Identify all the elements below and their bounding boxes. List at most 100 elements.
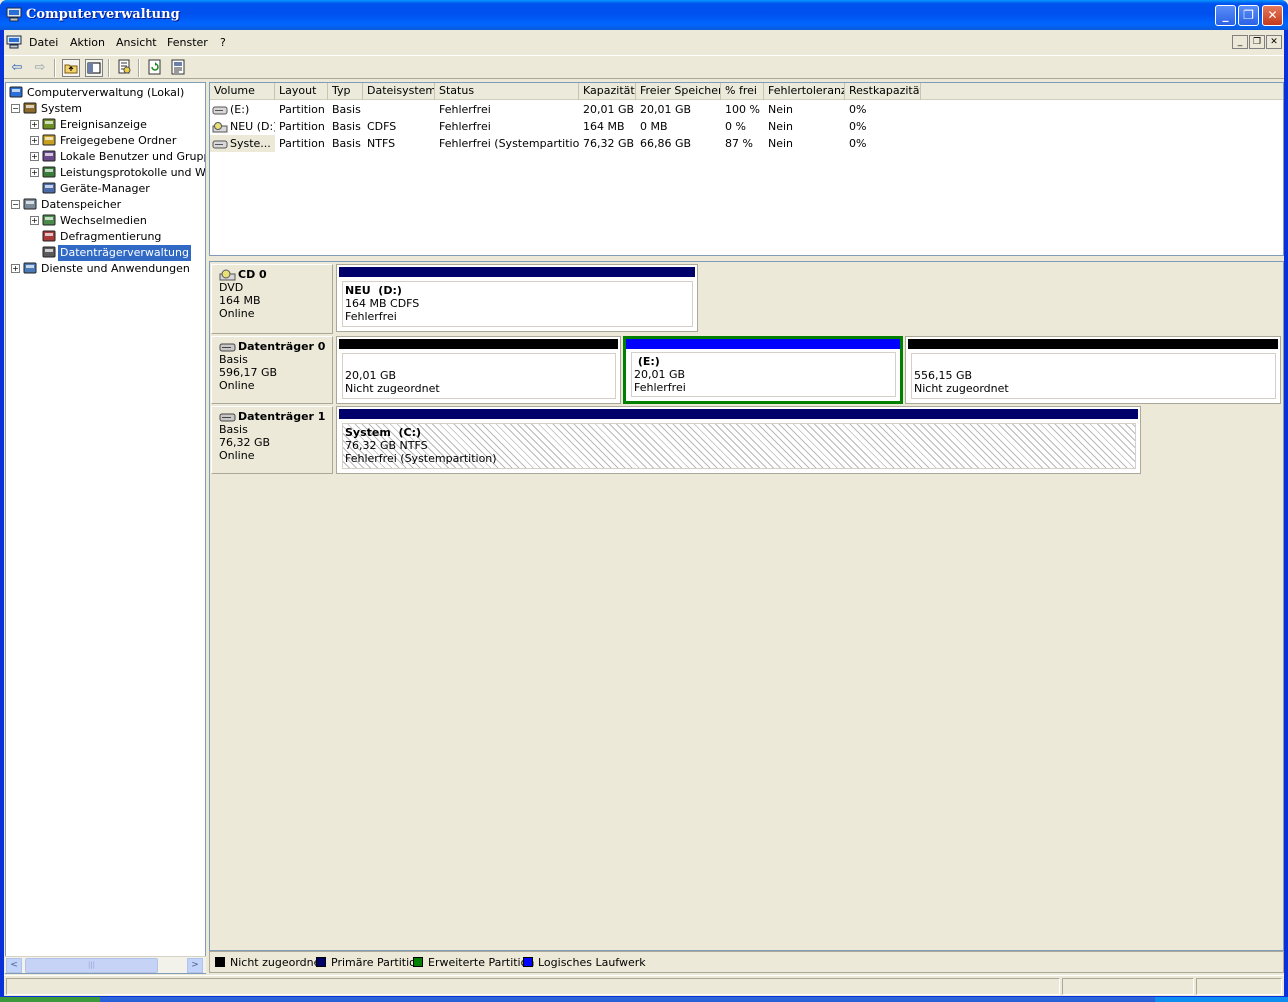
- tree-item-datenträgerverwaltung[interactable]: Datenträgerverwaltung: [6, 245, 205, 261]
- legend-label: Nicht zugeordnet: [230, 956, 325, 969]
- column-header-5[interactable]: Kapazität: [579, 83, 636, 100]
- volume-title-spacer: [345, 356, 615, 369]
- volume-block[interactable]: 20,01 GB Nicht zugeordnet: [336, 336, 621, 404]
- mdi-restore-button[interactable]: ❐: [1249, 35, 1265, 49]
- collapse-icon[interactable]: −: [11, 104, 20, 113]
- disk-row: CD 0 DVD 164 MB Online NEU (D:) 164 MB CDFS Fe…: [211, 264, 1281, 334]
- legend-label: Logisches Laufwerk: [538, 956, 646, 969]
- volume-block[interactable]: (E:) 20,01 GB Fehlerfrei: [623, 336, 903, 404]
- cell-fehlertoleranz: Nein: [768, 120, 794, 133]
- disk-state: Online: [219, 379, 255, 392]
- volume-list[interactable]: Volume Layout Typ Dateisystem Status Kapazitä…: [209, 82, 1284, 256]
- expand-icon[interactable]: +: [30, 152, 39, 161]
- expand-icon[interactable]: +: [30, 168, 39, 177]
- cell-kapazitaet: 76,32 GB: [583, 137, 635, 150]
- tree-item-defragmentierung[interactable]: Defragmentierung: [6, 229, 205, 245]
- tree-item-lokale-benutzer-und-gruppen[interactable]: + Lokale Benutzer und Gruppen: [6, 149, 205, 165]
- disk-management-icon: [41, 245, 57, 260]
- disk-state: Online: [219, 449, 255, 462]
- close-button[interactable]: ✕: [1262, 5, 1283, 26]
- app-window: Computerverwaltung _ ❐ ✕ Datei Aktion An…: [0, 0, 1288, 997]
- mdi-close-button[interactable]: ✕: [1266, 35, 1282, 49]
- tree-item-freigegebene-ordner[interactable]: + Freigegebene Ordner: [6, 133, 205, 149]
- volume-block[interactable]: 556,15 GB Nicht zugeordnet: [905, 336, 1281, 404]
- volume-details: NEU (D:) 164 MB CDFS Fehlerfrei: [342, 281, 693, 327]
- scroll-left-icon[interactable]: <: [6, 958, 22, 973]
- column-header-8[interactable]: Fehlertoleranz: [764, 83, 845, 100]
- menu-help[interactable]: ?: [220, 36, 226, 49]
- cell-fehlertoleranz: Nein: [768, 137, 794, 150]
- tree-item-wechselmedien[interactable]: + Wechselmedien: [6, 213, 205, 229]
- tree-item-label: System: [41, 102, 83, 115]
- volume-block[interactable]: NEU (D:) 164 MB CDFS Fehlerfrei: [336, 264, 698, 332]
- tree-item-geräte-manager[interactable]: Geräte-Manager: [6, 181, 205, 197]
- disk-info[interactable]: CD 0 DVD 164 MB Online: [211, 264, 333, 334]
- disk-name: CD 0: [219, 268, 332, 281]
- tree-item-datenspeicher[interactable]: − Datenspeicher: [6, 197, 205, 213]
- start-button[interactable]: [0, 997, 100, 1002]
- column-header-2[interactable]: Typ: [328, 83, 363, 100]
- disk-label: CD 0: [238, 268, 267, 281]
- column-header-9[interactable]: Restkapazität: [845, 83, 921, 100]
- expand-icon[interactable]: +: [30, 120, 39, 129]
- scrollbar-thumb[interactable]: |||: [25, 958, 158, 973]
- disk-name: Datenträger 1: [219, 410, 332, 423]
- table-row[interactable]: (E:) Partition Basis Fehlerfrei 20,01 GB 20,0…: [210, 101, 1283, 118]
- volume-name: NEU (D:): [230, 120, 275, 133]
- toolbar-separator: [54, 59, 56, 77]
- collapse-icon[interactable]: −: [11, 200, 20, 209]
- column-header-6[interactable]: Freier Speicher: [636, 83, 721, 100]
- back-icon[interactable]: ⇦: [8, 59, 26, 77]
- column-header-7[interactable]: % frei: [721, 83, 764, 100]
- table-row[interactable]: NEU (D:) Partition Basis CDFS Fehlerfrei 164 …: [210, 118, 1283, 135]
- scroll-right-icon[interactable]: >: [187, 958, 203, 973]
- refresh-icon[interactable]: [146, 59, 164, 77]
- tree-item-dienste-und-anwendungen[interactable]: + Dienste und Anwendungen: [6, 261, 205, 277]
- volume-block[interactable]: System (C:) 76,32 GB NTFS Fehlerfrei (Syst…: [336, 406, 1141, 474]
- tree-item-computerverwaltung-lokal-[interactable]: Computerverwaltung (Lokal): [6, 85, 205, 101]
- show-hide-tree-icon[interactable]: [85, 59, 103, 77]
- column-header-1[interactable]: Layout: [275, 83, 328, 100]
- help-icon[interactable]: [169, 59, 187, 77]
- menu-aktion[interactable]: Aktion: [70, 36, 105, 49]
- console-tree[interactable]: Computerverwaltung (Lokal) − System + Ereign…: [5, 82, 206, 974]
- disk-graphical-view[interactable]: CD 0 DVD 164 MB Online NEU (D:) 164 MB CDFS Fe…: [209, 261, 1284, 951]
- menu-datei[interactable]: Datei: [29, 36, 58, 49]
- forward-icon[interactable]: ⇨: [31, 59, 49, 77]
- legend-swatch: [215, 957, 225, 967]
- table-row[interactable]: Syste... Partition Basis NTFS Fehlerfrei (Sy…: [210, 135, 1283, 152]
- minimize-button[interactable]: _: [1215, 5, 1236, 26]
- volume-details: System (C:) 76,32 GB NTFS Fehlerfrei (Syst…: [342, 423, 1136, 469]
- volume-details: 556,15 GB Nicht zugeordnet: [911, 353, 1276, 399]
- column-header-4[interactable]: Status: [435, 83, 579, 100]
- tree-item-label: Dienste und Anwendungen: [41, 262, 190, 275]
- expand-icon[interactable]: +: [11, 264, 20, 273]
- up-folder-icon[interactable]: [62, 59, 80, 77]
- disk-info[interactable]: Datenträger 0 Basis 596,17 GB Online: [211, 336, 333, 404]
- disk-state: Online: [219, 307, 255, 320]
- maximize-button[interactable]: ❐: [1238, 5, 1259, 26]
- volume-title: System (C:): [345, 426, 422, 439]
- legend-label: Primäre Partition: [331, 956, 423, 969]
- cell-volume: Syste...: [210, 135, 275, 152]
- mdi-minimize-button[interactable]: _: [1232, 35, 1248, 49]
- tree-item-leistungsprotokolle-und-warnungen[interactable]: + Leistungsprotokolle und Warnungen: [6, 165, 205, 181]
- title-bar[interactable]: Computerverwaltung _ ❐ ✕: [0, 0, 1288, 30]
- cell-volume: (E:): [210, 101, 275, 118]
- expand-icon[interactable]: +: [30, 136, 39, 145]
- client-area: Datei Aktion Ansicht Fenster ? _❐✕ ⇦ ⇨: [4, 30, 1284, 996]
- storage-icon: [22, 197, 38, 212]
- tree-item-system[interactable]: − System: [6, 101, 205, 117]
- column-header-3[interactable]: Dateisystem: [363, 83, 435, 100]
- tree-item-label: Defragmentierung: [60, 230, 162, 243]
- expand-icon[interactable]: +: [30, 216, 39, 225]
- system-menu-icon[interactable]: [6, 35, 22, 49]
- column-header-0[interactable]: Volume: [210, 83, 275, 100]
- cell-prozent: 87 %: [725, 137, 753, 150]
- tree-horizontal-scrollbar[interactable]: < ||| >: [5, 956, 206, 973]
- disk-info[interactable]: Datenträger 1 Basis 76,32 GB Online: [211, 406, 333, 474]
- tree-item-ereignisanzeige[interactable]: + Ereignisanzeige: [6, 117, 205, 133]
- menu-ansicht[interactable]: Ansicht: [116, 36, 157, 49]
- properties-icon[interactable]: [115, 59, 133, 77]
- menu-fenster[interactable]: Fenster: [167, 36, 208, 49]
